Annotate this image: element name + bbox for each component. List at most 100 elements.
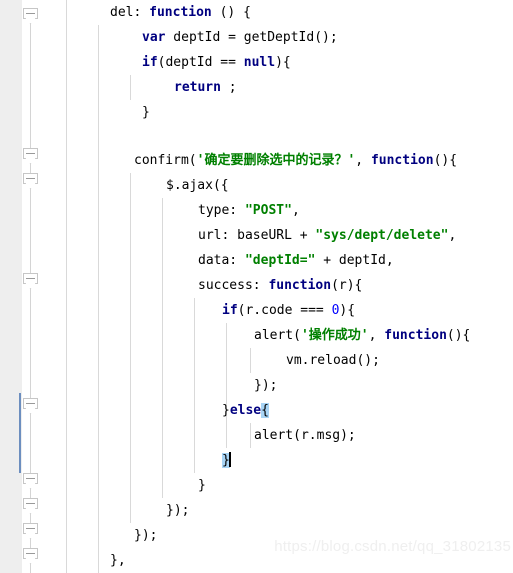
code-line[interactable]: type: "POST", bbox=[44, 198, 300, 223]
fold-collapse-glyph bbox=[26, 553, 35, 554]
code-line[interactable]: $.ajax({ bbox=[44, 173, 229, 198]
code-text-area[interactable]: del: function () {var deptId = getDeptId… bbox=[44, 0, 513, 573]
fold-rail bbox=[30, 289, 31, 398]
fold-rail bbox=[30, 189, 31, 273]
fold-collapse-glyph bbox=[26, 528, 35, 529]
fold-rail bbox=[30, 414, 31, 473]
code-line[interactable]: } bbox=[44, 100, 150, 125]
code-token-plain: + deptId, bbox=[315, 253, 394, 268]
code-line[interactable]: vm.reload(); bbox=[44, 348, 380, 373]
code-editor[interactable]: del: function () {var deptId = getDeptId… bbox=[0, 0, 513, 573]
code-token-plain: }); bbox=[166, 503, 190, 518]
code-line[interactable]: url: baseURL + "sys/dept/delete", bbox=[44, 223, 456, 248]
fold-marker-confirm-call[interactable] bbox=[23, 523, 38, 539]
code-token-plain: vm.reload(); bbox=[286, 353, 380, 368]
fold-rail bbox=[30, 24, 31, 148]
code-token-plain: url: baseURL + bbox=[198, 228, 316, 243]
code-token-plain: } bbox=[142, 105, 150, 120]
code-token-plain: (){ bbox=[446, 328, 471, 343]
fold-marker-method-end[interactable] bbox=[23, 548, 38, 564]
code-line[interactable]: } bbox=[44, 448, 231, 473]
code-token-kw: function bbox=[268, 278, 332, 293]
code-token-kw: else bbox=[229, 403, 262, 418]
code-line[interactable]: }); bbox=[44, 523, 157, 548]
fold-collapse-glyph bbox=[26, 403, 35, 404]
fold-collapse-glyph bbox=[26, 153, 35, 154]
code-token-kw: return bbox=[174, 80, 221, 95]
code-line[interactable]: }else{ bbox=[44, 398, 269, 423]
code-token-str: '确定要删除选中的记录？' bbox=[196, 153, 356, 168]
code-token-kw: function bbox=[370, 153, 434, 168]
code-token-plain: alert(r.msg); bbox=[254, 428, 356, 443]
editor-gutter[interactable] bbox=[0, 0, 23, 573]
fold-collapse-glyph bbox=[26, 13, 35, 14]
code-token-plain: data: bbox=[198, 253, 245, 268]
code-token-kw: var bbox=[142, 30, 166, 45]
fold-marker-ajax-options[interactable] bbox=[23, 173, 38, 189]
code-token-plain: (deptId == bbox=[157, 55, 244, 70]
code-token-kw: if bbox=[222, 303, 238, 318]
code-token-plain: deptId = getDeptId(); bbox=[165, 30, 338, 45]
fold-rail bbox=[30, 564, 31, 573]
code-token-plain: }, bbox=[110, 553, 126, 568]
code-token-plain: alert( bbox=[254, 328, 301, 343]
code-token-plain: , bbox=[355, 153, 371, 168]
fold-collapse-glyph bbox=[26, 478, 35, 479]
fold-marker-else-block[interactable] bbox=[23, 398, 38, 414]
code-token-plain: (){ bbox=[433, 153, 458, 168]
code-line[interactable]: alert(r.msg); bbox=[44, 423, 356, 448]
fold-marker-if-block[interactable] bbox=[23, 473, 38, 489]
code-line[interactable]: } bbox=[44, 473, 206, 498]
code-token-kw: if bbox=[142, 55, 158, 70]
code-line[interactable] bbox=[44, 125, 142, 150]
code-line[interactable]: }); bbox=[44, 373, 277, 398]
text-caret bbox=[228, 452, 231, 467]
code-line[interactable]: if(deptId == null){ bbox=[44, 50, 291, 75]
fold-marker-confirm-callback[interactable] bbox=[23, 148, 38, 164]
code-line[interactable]: }); bbox=[44, 498, 189, 523]
code-token-kw: function bbox=[149, 5, 212, 20]
code-token-plain: (r.code === bbox=[237, 303, 332, 318]
code-token-plain: $.ajax({ bbox=[166, 178, 229, 193]
fold-rail bbox=[30, 164, 31, 173]
code-token-brace-hl: { bbox=[261, 403, 269, 418]
fold-collapse-glyph bbox=[26, 503, 35, 504]
fold-collapse-glyph bbox=[26, 178, 35, 179]
code-token-plain: , bbox=[448, 228, 457, 243]
code-line[interactable]: if(r.code === 0){ bbox=[44, 298, 355, 323]
code-line[interactable]: return ; bbox=[44, 75, 237, 100]
code-line[interactable]: data: "deptId=" + deptId, bbox=[44, 248, 394, 273]
code-token-plain: () { bbox=[211, 5, 251, 20]
code-token-plain: (r){ bbox=[331, 278, 363, 293]
code-token-str: "deptId=" bbox=[244, 253, 316, 268]
code-token-plain: } bbox=[198, 478, 206, 493]
code-token-kw: null bbox=[243, 55, 276, 70]
code-line[interactable]: alert('操作成功', function(){ bbox=[44, 323, 470, 348]
code-token-plain: ; bbox=[220, 80, 237, 95]
code-token-plain: del: bbox=[110, 5, 150, 20]
code-token-plain: ){ bbox=[339, 303, 356, 318]
code-line[interactable]: confirm('确定要删除选中的记录？', function(){ bbox=[44, 148, 457, 173]
code-line[interactable]: del: function () { bbox=[44, 0, 251, 25]
code-token-plain: , bbox=[368, 328, 385, 343]
code-token-plain: type: bbox=[198, 203, 245, 218]
code-token-plain: ){ bbox=[275, 55, 291, 70]
code-token-plain: } bbox=[222, 403, 230, 418]
code-token-kw: function bbox=[384, 328, 447, 343]
fold-marker-success-callback[interactable] bbox=[23, 273, 38, 289]
code-token-str: '操作成功' bbox=[300, 328, 369, 343]
code-token-plain: success: bbox=[198, 278, 269, 293]
code-token-plain: }); bbox=[254, 378, 278, 393]
fold-rail bbox=[30, 514, 31, 523]
vcs-modified-marker[interactable] bbox=[19, 393, 21, 473]
code-line[interactable]: var deptId = getDeptId(); bbox=[44, 25, 338, 50]
fold-rail bbox=[30, 539, 31, 548]
code-line[interactable]: }, bbox=[44, 548, 126, 573]
watermark-text: https://blog.csdn.net/qq_31802135 bbox=[274, 538, 511, 555]
code-token-plain: }); bbox=[134, 528, 158, 543]
fold-collapse-glyph bbox=[26, 278, 35, 279]
code-token-plain: confirm( bbox=[134, 153, 197, 168]
code-line[interactable]: success: function(r){ bbox=[44, 273, 362, 298]
fold-marker-ajax-call[interactable] bbox=[23, 498, 38, 514]
fold-marker-del-function[interactable] bbox=[23, 8, 38, 24]
